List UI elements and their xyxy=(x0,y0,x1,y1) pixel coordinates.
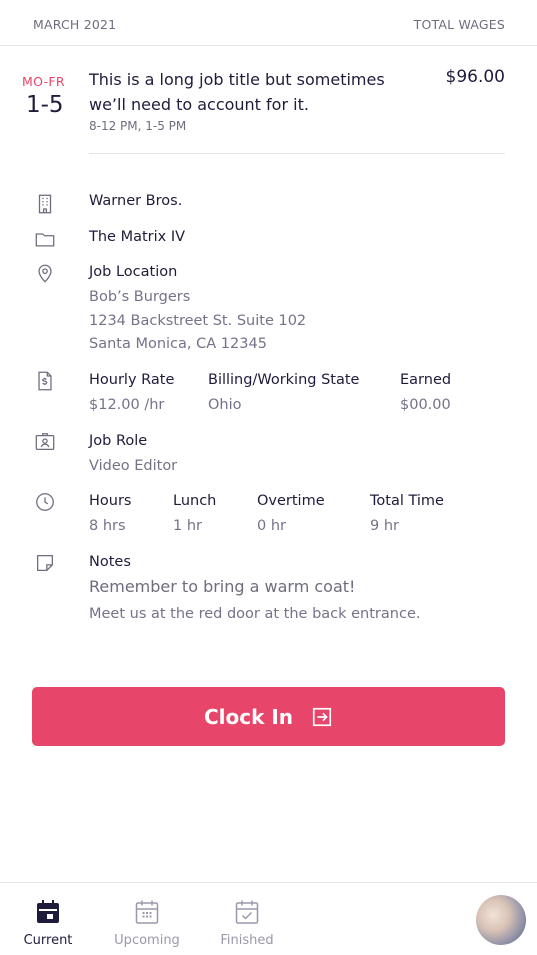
invoice-dollar-icon xyxy=(33,369,57,393)
job-times: 8-12 PM, 1-5 PM xyxy=(89,119,187,133)
calendar-filled-icon xyxy=(35,899,61,925)
note-icon xyxy=(33,551,57,575)
total-time-value: 9 hr xyxy=(370,518,399,534)
tab-current[interactable]: Current xyxy=(3,883,93,955)
id-badge-icon xyxy=(33,430,57,454)
location-city: Santa Monica, CA 12345 xyxy=(89,336,267,352)
folder-icon xyxy=(33,227,57,251)
earned-value: $00.00 xyxy=(400,397,451,413)
hourly-rate-value: $12.00 /hr xyxy=(89,397,165,413)
calendar-check-icon xyxy=(234,899,260,925)
clock-in-label: Clock In xyxy=(203,704,294,729)
overtime-value: 0 hr xyxy=(257,518,286,534)
divider xyxy=(89,153,505,154)
job-role-value: Video Editor xyxy=(89,458,178,474)
clock-in-button[interactable]: Clock In xyxy=(32,687,505,746)
clock-icon xyxy=(33,490,57,514)
building-icon xyxy=(33,192,57,216)
job-days: MO-FR xyxy=(22,74,65,89)
lunch-value: 1 hr xyxy=(173,518,202,534)
project-name: The Matrix IV xyxy=(89,229,186,245)
month-label: MARCH 2021 xyxy=(33,17,117,32)
earned-label: Earned xyxy=(400,372,452,388)
job-role-label: Job Role xyxy=(89,433,148,449)
hours-value: 8 hrs xyxy=(89,518,126,534)
sign-in-arrow-icon xyxy=(312,707,332,726)
hourly-rate-label: Hourly Rate xyxy=(89,372,175,388)
location-name: Bob’s Burgers xyxy=(89,289,191,305)
notes-label: Notes xyxy=(89,554,131,570)
tab-upcoming-label: Upcoming xyxy=(114,933,180,948)
lunch-label: Lunch xyxy=(173,493,217,509)
job-date-range: 1-5 xyxy=(26,92,64,118)
notes-body: Meet us at the red door at the back entr… xyxy=(89,606,421,622)
total-wages-label: TOTAL WAGES xyxy=(413,17,505,32)
top-bar: MARCH 2021 TOTAL WAGES xyxy=(0,0,537,46)
overtime-label: Overtime xyxy=(257,493,325,509)
tab-finished-label: Finished xyxy=(220,933,274,948)
calendar-grid-icon xyxy=(134,899,160,925)
company-name: Warner Bros. xyxy=(89,193,183,209)
user-avatar[interactable] xyxy=(476,895,526,945)
billing-state-value: Ohio xyxy=(208,397,242,413)
job-title: This is a long job title but sometimes w… xyxy=(89,70,385,114)
map-pin-icon xyxy=(33,261,57,285)
tab-finished[interactable]: Finished xyxy=(202,883,292,955)
notes-headline: Remember to bring a warm coat! xyxy=(89,577,356,596)
bottom-tab-bar: Current Upcoming Finished xyxy=(0,882,537,955)
location-street: 1234 Backstreet St. Suite 102 xyxy=(89,313,307,329)
billing-state-label: Billing/Working State xyxy=(208,372,360,388)
tab-current-label: Current xyxy=(23,933,73,948)
location-label: Job Location xyxy=(89,264,178,280)
tab-upcoming[interactable]: Upcoming xyxy=(102,883,192,955)
job-price: $96.00 xyxy=(445,67,505,87)
hours-label: Hours xyxy=(89,493,132,509)
total-time-label: Total Time xyxy=(370,493,444,509)
